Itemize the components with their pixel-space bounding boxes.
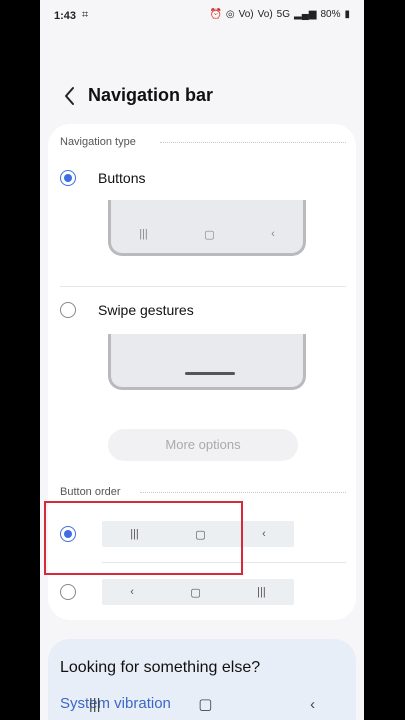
preview-buttons: ||| ▢ ‹ [111, 228, 303, 241]
screenshot-icon: ⌗ [82, 9, 89, 21]
option-label-buttons: Buttons [98, 170, 146, 186]
back-icon: ‹ [271, 228, 275, 240]
back-icon[interactable]: ‹ [310, 696, 315, 713]
system-nav-bar: ||| ▢ ‹ [40, 688, 364, 720]
status-time: 1:43 [54, 10, 77, 22]
header: Navigation bar [40, 80, 364, 112]
home-icon[interactable]: ▢ [198, 695, 212, 713]
recents-icon: ||| [139, 228, 148, 240]
section-divider [140, 492, 346, 493]
phone-screen: 1:43 ⌗ ⏰ ◎ Vo) Vo) 5G ▂▄▆ 80% ▮ Navigati… [40, 0, 364, 720]
buttons-preview[interactable]: ||| ▢ ‹ [108, 200, 306, 256]
option-label-swipe-gestures: Swipe gestures [98, 302, 194, 318]
home-icon: ▢ [204, 229, 215, 241]
signal-icon: ▂▄▆ [294, 9, 317, 20]
page-title: Navigation bar [88, 85, 214, 105]
radio-buttons[interactable] [60, 170, 76, 186]
back-icon: ‹ [262, 528, 266, 540]
radio-order-2[interactable] [60, 584, 76, 600]
order-preview-2: ‹ ▢ ||| [102, 579, 294, 605]
suggestions-title: Looking for something else? [60, 659, 261, 676]
section-label-navigation-type: Navigation type [60, 136, 136, 148]
volte-icon: Vo) [238, 9, 254, 20]
gestures-preview[interactable] [108, 334, 306, 390]
back-icon: ‹ [130, 586, 134, 598]
divider [60, 286, 346, 287]
chevron-left-icon [65, 87, 74, 105]
volte-icon: Vo) [257, 9, 273, 20]
battery-level: 80% [320, 9, 341, 20]
home-icon: ▢ [190, 586, 201, 599]
back-button[interactable] [56, 82, 84, 110]
recents-icon[interactable]: ||| [89, 696, 101, 713]
highlight-annotation [44, 501, 243, 575]
section-label-button-order: Button order [60, 486, 121, 498]
battery-icon: ▮ [344, 9, 350, 20]
status-icons: ⏰ ◎ Vo) Vo) 5G ▂▄▆ 80% ▮ [209, 9, 350, 20]
gesture-handle [185, 372, 235, 375]
radio-swipe-gestures[interactable] [60, 302, 76, 318]
more-options-button[interactable]: More options [108, 429, 298, 461]
5g-icon: 5G [276, 9, 290, 20]
hotspot-icon: ◎ [225, 9, 235, 20]
section-divider [160, 142, 346, 143]
recents-icon: ||| [257, 586, 266, 598]
alarm-icon: ⏰ [209, 9, 222, 20]
status-bar: 1:43 ⌗ ⏰ ◎ Vo) Vo) 5G ▂▄▆ 80% ▮ [40, 0, 364, 32]
